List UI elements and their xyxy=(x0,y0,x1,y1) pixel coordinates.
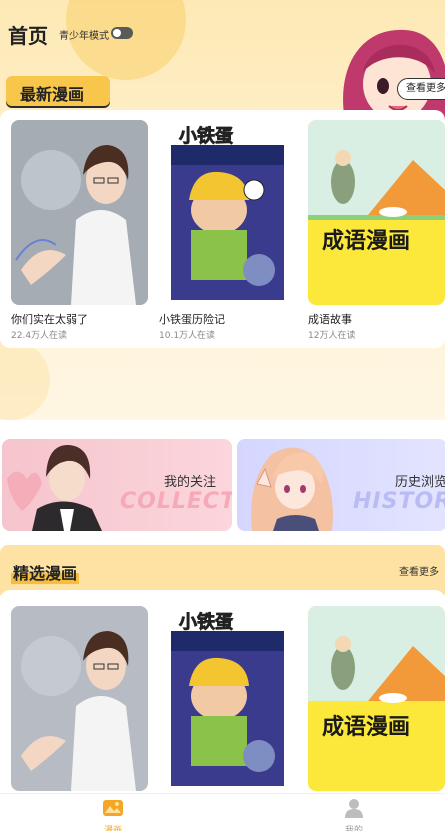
featured-comic-card[interactable] xyxy=(11,606,148,791)
cover-logo-text: 小铁蛋 xyxy=(179,611,233,633)
cover-title-text: 成语漫画 xyxy=(322,228,410,254)
teen-mode-label: 青少年模式 xyxy=(59,31,109,42)
comic-icon xyxy=(103,800,123,816)
latest-section-title: 最新漫画 xyxy=(20,85,85,104)
comic-title: 成语故事 xyxy=(308,313,352,326)
comic-cover: 成语漫画 xyxy=(308,120,445,305)
page-title: 首页 xyxy=(8,24,48,48)
my-follow-label: 我的关注 xyxy=(164,475,217,490)
mascot-illustration xyxy=(284,22,445,122)
quick-access-tiles: 我的关注 COLLECT 历史浏览 HISTORY xyxy=(0,439,445,531)
comic-title: 你们实在太弱了 xyxy=(11,313,88,326)
comic-cover: 成语漫画 xyxy=(308,606,445,791)
collect-character-illustration xyxy=(7,444,102,531)
comic-readers: 22.4万人在读 xyxy=(11,331,68,341)
comic-cover xyxy=(11,120,148,305)
latest-see-more-button[interactable]: 查看更多 xyxy=(397,78,445,100)
toggle-knob xyxy=(113,29,121,37)
latest-comics-panel: 你们实在太弱了 22.4万人在读 小铁蛋 小铁蛋历险记 10.1万人在读 成语漫… xyxy=(0,110,445,348)
tab-mine[interactable]: 我的 xyxy=(334,798,374,831)
teen-mode-toggle[interactable] xyxy=(111,27,133,39)
tab-comics-label: 漫画 xyxy=(103,826,122,831)
comic-title: 小铁蛋历险记 xyxy=(159,313,225,326)
comic-cover xyxy=(11,606,148,791)
user-icon xyxy=(345,799,363,818)
history-tile[interactable]: 历史浏览 HISTORY xyxy=(237,439,445,531)
history-character-illustration xyxy=(251,447,333,531)
comic-readers: 10.1万人在读 xyxy=(159,331,216,341)
bottom-tab-bar: 漫画 我的 xyxy=(0,793,445,831)
tab-mine-label: 我的 xyxy=(344,826,363,831)
comic-cover: 小铁蛋 xyxy=(159,606,296,791)
comic-readers: 12万人在读 xyxy=(308,331,356,341)
featured-section-header: 精选漫画 查看更多 xyxy=(0,545,445,595)
featured-comic-card[interactable]: 小铁蛋 xyxy=(159,606,296,791)
my-follow-tile[interactable]: 我的关注 COLLECT xyxy=(2,439,232,531)
tab-comics[interactable]: 漫画 xyxy=(93,798,133,831)
featured-section-title: 精选漫画 xyxy=(11,560,80,584)
comic-card[interactable]: 成语漫画 成语故事 12万人在读 xyxy=(308,120,445,341)
collect-watermark: COLLECT xyxy=(120,489,232,514)
latest-section-badge: 最新漫画 xyxy=(6,76,110,106)
history-label: 历史浏览 xyxy=(395,475,445,490)
history-watermark: HISTORY xyxy=(353,489,445,514)
cover-title-text: 成语漫画 xyxy=(322,714,410,740)
comic-card[interactable]: 你们实在太弱了 22.4万人在读 xyxy=(11,120,148,341)
comic-card[interactable]: 小铁蛋 小铁蛋历险记 10.1万人在读 xyxy=(159,120,296,341)
featured-see-more-link[interactable]: 查看更多 xyxy=(399,563,439,578)
featured-comics-panel: 小铁蛋 成语漫画 xyxy=(0,590,445,791)
featured-comic-card[interactable]: 成语漫画 xyxy=(308,606,445,791)
cover-logo-text: 小铁蛋 xyxy=(179,125,233,147)
comic-cover: 小铁蛋 xyxy=(159,120,296,305)
